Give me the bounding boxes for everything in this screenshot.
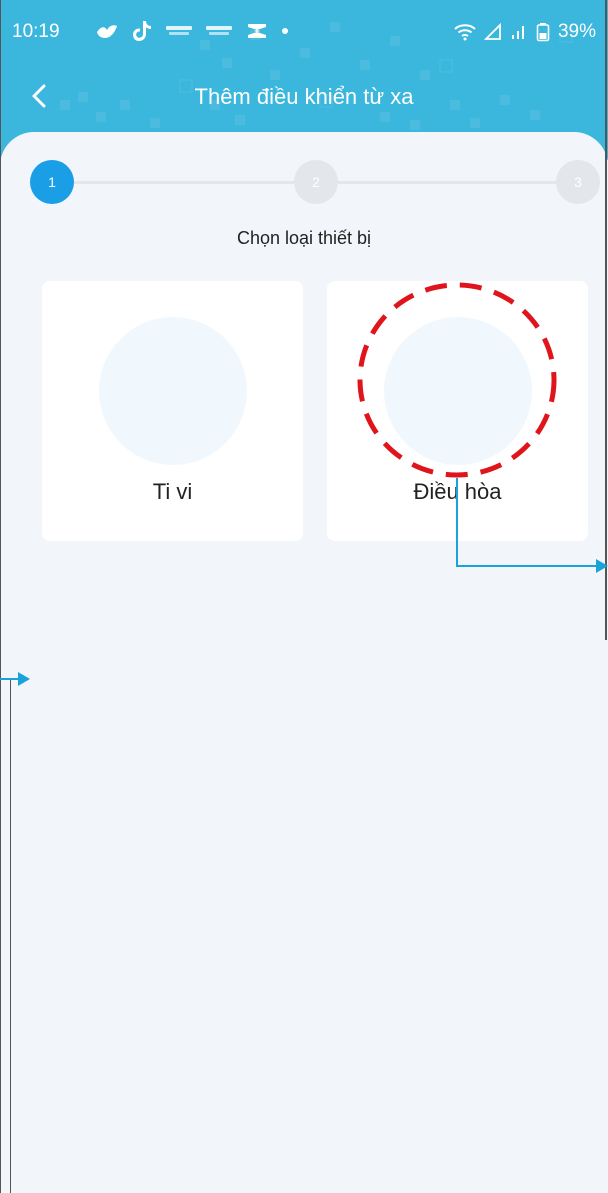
frame-edge xyxy=(0,0,1,1193)
air-conditioner-icon xyxy=(384,317,532,465)
device-card-tv[interactable]: Ti vi xyxy=(42,281,303,541)
status-bar: 10:19 39% xyxy=(0,0,608,62)
kiotviet-icon xyxy=(166,26,192,35)
status-time: 10:19 xyxy=(12,21,60,42)
device-label: Ti vi xyxy=(152,479,193,504)
dot-icon xyxy=(282,28,288,34)
frame-edge xyxy=(10,680,11,1193)
frame-edge xyxy=(605,0,607,640)
tv-icon xyxy=(99,317,247,465)
battery-percent: 39% xyxy=(557,21,596,42)
page-title: Thêm điều khiển từ xa xyxy=(194,84,414,109)
step-3: 3 xyxy=(556,160,600,204)
bird-icon xyxy=(97,25,117,38)
device-card-air-conditioner[interactable]: Điều hòa xyxy=(327,281,588,541)
stepper: 1 2 3 xyxy=(30,160,600,204)
wifi-icon xyxy=(454,24,476,41)
signal-icon xyxy=(511,26,524,39)
status-right: 39% xyxy=(454,21,596,43)
battery-icon xyxy=(536,23,550,42)
kiotviet-icon xyxy=(206,26,232,35)
section-subtitle: Chọn loại thiết bị xyxy=(236,228,372,248)
step-connector xyxy=(338,181,556,184)
step-1: 1 xyxy=(30,160,74,204)
capcut-icon xyxy=(248,24,266,38)
notification-icons xyxy=(95,16,289,46)
top-app-bar: Thêm điều khiển từ xa xyxy=(0,62,608,132)
tiktok-icon xyxy=(133,21,151,41)
device-label: Điều hòa xyxy=(413,479,502,504)
step-connector xyxy=(74,181,294,184)
step-2: 2 xyxy=(294,160,338,204)
signal-off-icon xyxy=(483,23,501,40)
